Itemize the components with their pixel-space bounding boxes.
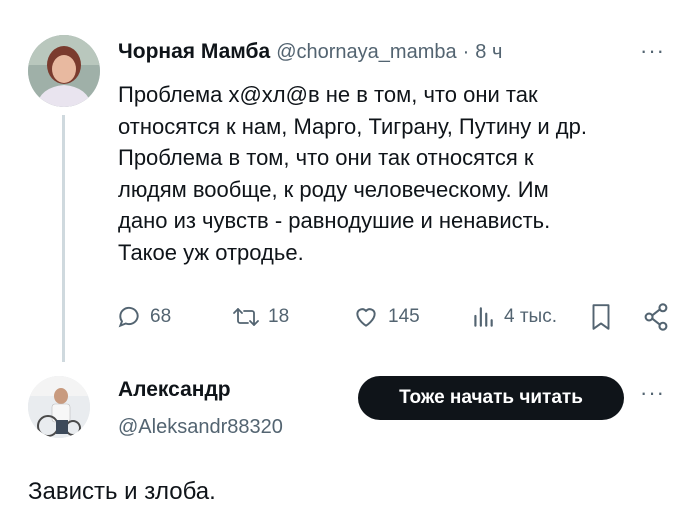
share-button[interactable] bbox=[642, 302, 670, 332]
comment-icon bbox=[116, 304, 142, 330]
reply-text: Зависть и злоба. bbox=[28, 478, 216, 505]
post-text-line: относятся к нам, Марго, Тиграну, Путину … bbox=[118, 113, 587, 139]
author-handle[interactable]: @chornaya_mamba bbox=[276, 41, 456, 64]
share-icon bbox=[642, 302, 670, 332]
post-text-line: дано из чувств - равнодушие и ненависть. bbox=[118, 208, 551, 233]
reply-author-avatar[interactable] bbox=[28, 376, 90, 438]
reply-more-options-button[interactable]: ··· bbox=[640, 380, 665, 406]
views-count: 4 тыс. bbox=[504, 306, 557, 327]
post-time[interactable]: 8 ч bbox=[475, 41, 502, 64]
post-header: Чорная Мамба @chornaya_mamba · 8 ч bbox=[118, 40, 502, 64]
bookmark-icon bbox=[588, 302, 614, 332]
like-button[interactable]: 145 bbox=[352, 304, 420, 330]
more-options-button[interactable]: ··· bbox=[640, 38, 665, 64]
author-avatar[interactable] bbox=[28, 35, 100, 107]
reply-button[interactable]: 68 bbox=[116, 304, 171, 330]
post-text-line: Проблема х@хл@в не в том, что они так bbox=[118, 82, 538, 107]
post-text: Проблема х@хл@в не в том, что они так от… bbox=[118, 79, 688, 268]
reply-author-handle[interactable]: @Aleksandr88320 bbox=[118, 416, 283, 439]
heart-icon bbox=[352, 304, 380, 330]
repost-count: 18 bbox=[268, 306, 290, 327]
dot-separator: · bbox=[462, 41, 470, 63]
views-icon bbox=[470, 304, 496, 330]
follow-back-button[interactable]: Тоже начать читать bbox=[358, 376, 624, 420]
reply-count: 68 bbox=[150, 306, 172, 327]
views-button[interactable]: 4 тыс. bbox=[470, 304, 557, 330]
thread-line bbox=[62, 115, 65, 362]
repost-icon bbox=[232, 304, 260, 330]
bookmark-button[interactable] bbox=[588, 302, 614, 332]
repost-button[interactable]: 18 bbox=[232, 304, 289, 330]
post-text-line: Такое уж отродье. bbox=[118, 239, 304, 265]
reply-author-name[interactable]: Александр bbox=[118, 378, 231, 402]
post-text-line: людям вообще, к роду человеческому. Им bbox=[118, 176, 549, 202]
author-name[interactable]: Чорная Мамба bbox=[118, 40, 270, 64]
like-count: 145 bbox=[388, 306, 420, 327]
post-text-line: Проблема в том, что они так относятся к bbox=[118, 145, 534, 170]
